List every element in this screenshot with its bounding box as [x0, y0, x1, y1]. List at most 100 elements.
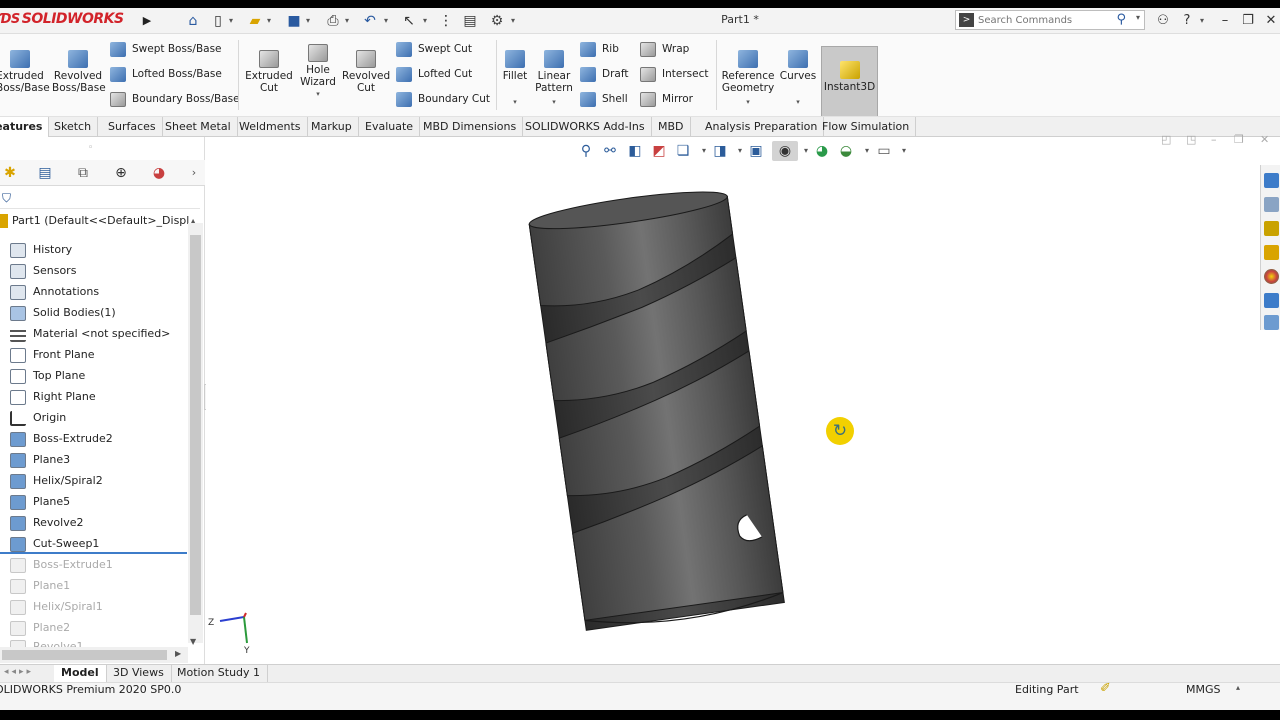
home-icon[interactable]: ⌂ — [184, 12, 202, 30]
viewport-split-icon[interactable]: ◳ — [1186, 133, 1196, 146]
tree-horizontal-scrollbar[interactable] — [0, 647, 188, 663]
display-manager-tab-icon[interactable]: ◕ — [143, 162, 175, 184]
user-account-icon[interactable]: ⚇ — [1152, 11, 1174, 31]
tree-item-revolve2[interactable]: Revolve2 — [10, 512, 188, 533]
fillet-dropdown-icon[interactable]: ▾ — [500, 96, 530, 108]
tree-item-plane5[interactable]: Plane5 — [10, 491, 188, 512]
revolved-boss-button[interactable]: Revolved Boss/Base — [52, 50, 106, 94]
tree-item-boss-extrude1[interactable]: Boss-Extrude1 — [10, 554, 188, 575]
lofted-boss-button[interactable]: Lofted Boss/Base — [110, 64, 222, 84]
boundary-cut-button[interactable]: Boundary Cut — [396, 89, 490, 109]
rebuild-icon[interactable]: ✐ — [1100, 681, 1111, 696]
tab-surfaces[interactable]: Surfaces — [102, 117, 163, 137]
extruded-boss-button[interactable]: Extruded Boss/Base — [0, 50, 50, 94]
tree-item-cut-sweep1[interactable]: Cut-Sweep1 — [10, 533, 188, 554]
tree-item-helix-spiral1[interactable]: Helix/Spiral1 — [10, 596, 188, 617]
tree-item-plane2[interactable]: Plane2 — [10, 617, 188, 638]
hide-show-items-icon[interactable]: ◉ — [772, 141, 798, 161]
file-explorer-icon[interactable] — [1264, 221, 1279, 236]
zoom-to-fit-icon[interactable]: ⚲ — [576, 141, 596, 161]
solidworks-resources-icon[interactable] — [1264, 173, 1279, 188]
feature-manager-tab-icon[interactable]: ✱ — [0, 162, 26, 184]
close-button[interactable]: ✕ — [1260, 11, 1280, 31]
display-style-icon[interactable]: ▣ — [746, 141, 766, 161]
curves-button[interactable]: Curves ▾ — [778, 50, 818, 108]
tree-item-sensors[interactable]: Sensors — [10, 260, 188, 281]
save-dropdown-icon[interactable]: ▾ — [306, 14, 314, 28]
graphics-area[interactable]: ⚲ ⚯ ◧ ◩ ❏ ▾ ◨ ▾ ▣ ▾ ◉ ▾ ◕ ◒ ▾ ▭ ▾ ◰ ◳ – … — [206, 133, 1280, 664]
tab-evaluate[interactable]: Evaluate — [359, 117, 421, 137]
linear-pattern-button[interactable]: Linear Pattern ▾ — [534, 50, 574, 108]
help-dropdown-icon[interactable]: ▾ — [1200, 14, 1208, 28]
options-dropdown-icon[interactable]: ▾ — [511, 14, 519, 28]
tree-item-boss-extrude2[interactable]: Boss-Extrude2 — [10, 428, 188, 449]
minimize-button[interactable]: – — [1214, 11, 1236, 31]
search-dropdown-icon[interactable]: ▾ — [1136, 13, 1140, 22]
forum-icon[interactable] — [1264, 315, 1279, 330]
section-view-icon[interactable]: ◩ — [649, 141, 669, 161]
unit-system-dropdown-icon[interactable]: ▴ — [1236, 683, 1240, 692]
filter-icon[interactable]: ⛉ — [0, 187, 200, 209]
tree-item-plane1[interactable]: Plane1 — [10, 575, 188, 596]
unit-system-label[interactable]: MMGS — [1186, 683, 1221, 696]
help-icon[interactable]: ? — [1176, 11, 1198, 31]
edit-appearance-icon[interactable]: ◕ — [812, 141, 832, 161]
open-folder-icon[interactable]: ▰ — [246, 12, 264, 30]
restore-button[interactable]: ❐ — [1237, 11, 1259, 31]
tab-sketch[interactable]: Sketch — [48, 117, 99, 137]
viewport-restore-icon[interactable]: ❐ — [1234, 133, 1244, 146]
mirror-button[interactable]: Mirror — [640, 89, 693, 109]
undo-icon[interactable]: ↶ — [361, 12, 379, 30]
reference-geometry-dropdown-icon[interactable]: ▾ — [720, 96, 776, 108]
tree-item-history[interactable]: History — [10, 239, 188, 260]
viewport-minimize-icon[interactable]: – — [1211, 133, 1217, 146]
viewport-tile-icon[interactable]: ◰ — [1161, 133, 1171, 146]
configuration-manager-tab-icon[interactable]: ⧉ — [67, 162, 99, 184]
save-icon[interactable]: ■ — [285, 12, 303, 30]
rib-button[interactable]: Rib — [580, 39, 619, 59]
extruded-cut-button[interactable]: Extruded Cut — [244, 50, 294, 94]
panel-grip-icon[interactable]: ◦ — [88, 143, 93, 153]
hole-wizard-button[interactable]: Hole Wizard ▾ — [296, 44, 340, 100]
part-root-node[interactable]: Part1 (Default<<Default>_Display — [0, 211, 190, 231]
draft-button[interactable]: Draft — [580, 64, 628, 84]
lofted-cut-button[interactable]: Lofted Cut — [396, 64, 472, 84]
curves-dropdown-icon[interactable]: ▾ — [778, 96, 818, 108]
tab-sheet-metal[interactable]: Sheet Metal — [159, 117, 238, 137]
new-dropdown-icon[interactable]: ▾ — [229, 14, 237, 28]
tab-solidworks-add-ins[interactable]: SOLIDWORKS Add-Ins — [519, 117, 652, 137]
tree-item-origin[interactable]: Origin — [10, 407, 188, 428]
new-document-icon[interactable]: ▯ — [209, 12, 227, 30]
tree-scroll-down-icon[interactable]: ▼ — [190, 637, 196, 646]
custom-properties-icon[interactable] — [1264, 293, 1279, 308]
search-icon[interactable]: ⚲ — [1116, 12, 1126, 27]
view-orientation-icon[interactable]: ◨ — [710, 141, 730, 161]
tree-item-right-plane[interactable]: Right Plane — [10, 386, 188, 407]
tab-markup[interactable]: Markup — [305, 117, 359, 137]
view-settings-icon[interactable]: ▭ — [874, 141, 894, 161]
tab-features[interactable]: Features — [0, 117, 50, 137]
revolved-cut-button[interactable]: Revolved Cut — [342, 50, 390, 94]
print-icon[interactable]: ⎙ — [324, 12, 342, 30]
wrap-button[interactable]: Wrap — [640, 39, 689, 59]
tab-weldments[interactable]: Weldments — [233, 117, 308, 137]
linear-pattern-dropdown-icon[interactable]: ▾ — [534, 96, 574, 108]
shell-button[interactable]: Shell — [580, 89, 628, 109]
swept-boss-button[interactable]: Swept Boss/Base — [110, 39, 222, 59]
rebuild-traffic-light-icon[interactable]: ⋮ — [437, 12, 455, 30]
part-model[interactable] — [506, 177, 826, 637]
tree-vertical-scrollbar[interactable] — [188, 223, 203, 643]
instant3d-button[interactable]: Instant3D — [821, 46, 878, 120]
dimxpert-manager-tab-icon[interactable]: ⊕ — [105, 162, 137, 184]
tab-3d-views[interactable]: 3D Views — [106, 665, 172, 682]
hole-wizard-dropdown-icon[interactable]: ▾ — [296, 88, 340, 100]
search-input[interactable] — [978, 13, 1118, 28]
tree-scroll-right-icon[interactable]: ▶ — [175, 649, 181, 658]
tab-motion-study-1[interactable]: Motion Study 1 — [170, 665, 269, 682]
swept-cut-button[interactable]: Swept Cut — [396, 39, 472, 59]
viewport-close-icon[interactable]: ✕ — [1260, 133, 1269, 146]
previous-view-icon[interactable]: ◧ — [625, 141, 645, 161]
dynamic-annotation-icon[interactable]: ❏ — [673, 141, 693, 161]
tree-item-front-plane[interactable]: Front Plane — [10, 344, 188, 365]
select-cursor-icon[interactable]: ↖ — [400, 12, 418, 30]
